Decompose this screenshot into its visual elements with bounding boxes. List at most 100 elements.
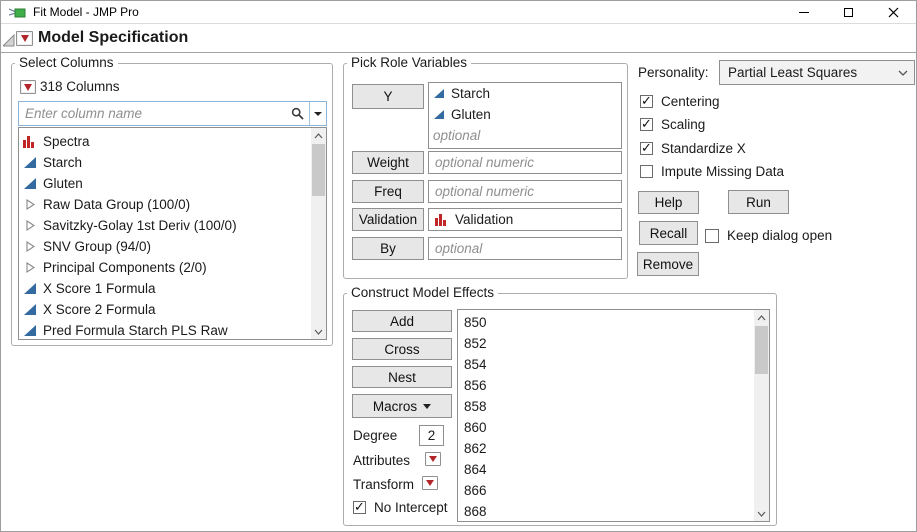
scrollbar-thumb[interactable]	[312, 144, 325, 196]
nominal-column-icon	[23, 135, 37, 148]
y-role-item[interactable]: Starch	[429, 83, 621, 104]
effect-item[interactable]: 854	[458, 354, 769, 375]
standardize-x-option[interactable]: Standardize X	[640, 141, 746, 156]
list-item[interactable]: Spectra	[19, 131, 326, 152]
scaling-checkbox[interactable]	[640, 118, 653, 131]
continuous-column-icon	[433, 88, 445, 99]
red-triangle-icon	[24, 84, 32, 91]
impute-missing-data-checkbox[interactable]	[640, 165, 653, 178]
y-role-list[interactable]: Starch Gluten optional	[428, 82, 622, 149]
list-item[interactable]: Starch	[19, 152, 326, 173]
run-button[interactable]: Run	[728, 190, 789, 214]
construct-model-effects-group: Construct Model Effects Add Cross Nest M…	[343, 293, 777, 526]
scaling-option[interactable]: Scaling	[640, 117, 705, 132]
by-role-field[interactable]: optional	[428, 237, 622, 260]
continuous-column-icon	[433, 109, 445, 120]
red-triangle-icon	[21, 35, 29, 42]
personality-label: Personality:	[638, 65, 709, 80]
personality-select[interactable]: Partial Least Squares	[719, 60, 915, 85]
group-expand-icon	[23, 240, 37, 253]
list-item[interactable]: Pred Formula Starch PLS Raw	[19, 320, 326, 340]
scrollbar-thumb[interactable]	[755, 326, 768, 374]
effect-item[interactable]: 862	[458, 438, 769, 459]
freq-role-button[interactable]: Freq	[352, 180, 424, 203]
group-expand-icon	[23, 198, 37, 211]
columns-menu-button[interactable]	[20, 80, 36, 94]
freq-role-field[interactable]: optional numeric	[428, 180, 622, 203]
outline-disclosure-icon[interactable]	[3, 34, 15, 47]
columns-list-scrollbar[interactable]	[311, 128, 326, 339]
page-title: Model Specification	[38, 29, 188, 47]
add-button[interactable]: Add	[352, 310, 452, 332]
scroll-down-icon[interactable]	[311, 324, 326, 339]
pick-role-variables-label: Pick Role Variables	[347, 55, 471, 70]
nest-button[interactable]: Nest	[352, 366, 452, 388]
help-button[interactable]: Help	[638, 191, 699, 214]
macros-button[interactable]: Macros	[352, 394, 452, 418]
maximize-button[interactable]	[826, 1, 871, 24]
red-triangle-icon	[426, 480, 434, 486]
list-item[interactable]: Raw Data Group (100/0)	[19, 194, 326, 215]
list-item[interactable]: Principal Components (2/0)	[19, 257, 326, 278]
pick-role-variables-group: Pick Role Variables Y Starch Gluten opti…	[343, 63, 628, 279]
standardize-x-checkbox[interactable]	[640, 142, 653, 155]
search-options-dropdown[interactable]	[309, 102, 326, 125]
centering-checkbox[interactable]	[640, 95, 653, 108]
scroll-up-icon[interactable]	[311, 128, 326, 143]
effect-item[interactable]: 858	[458, 396, 769, 417]
cross-button[interactable]: Cross	[352, 338, 452, 360]
centering-option[interactable]: Centering	[640, 94, 720, 109]
weight-role-button[interactable]: Weight	[352, 151, 424, 174]
recall-button[interactable]: Recall	[639, 221, 698, 245]
keep-dialog-open-option[interactable]: Keep dialog open	[705, 228, 832, 243]
jmp-app-icon	[9, 6, 26, 19]
column-search-input[interactable]	[19, 102, 285, 125]
group-expand-icon	[23, 219, 37, 232]
effects-list-scrollbar[interactable]	[754, 310, 769, 521]
attributes-menu-button[interactable]	[425, 452, 441, 466]
chevron-down-icon	[898, 70, 908, 77]
list-item[interactable]: X Score 2 Formula	[19, 299, 326, 320]
effect-item[interactable]: 868	[458, 501, 769, 522]
minimize-icon	[799, 12, 809, 13]
degree-input[interactable]: 2	[419, 425, 444, 446]
list-item[interactable]: Savitzky-Golay 1st Deriv (100/0)	[19, 215, 326, 236]
transform-menu-button[interactable]	[422, 476, 438, 490]
model-specification-header: Model Specification	[1, 25, 916, 53]
nominal-column-icon	[435, 213, 449, 226]
scroll-down-icon[interactable]	[754, 506, 769, 521]
effect-item[interactable]: 856	[458, 375, 769, 396]
chevron-down-icon	[423, 404, 431, 409]
minimize-button[interactable]	[781, 1, 826, 24]
effect-item[interactable]: 850	[458, 312, 769, 333]
list-item[interactable]: Gluten	[19, 173, 326, 194]
validation-role-button[interactable]: Validation	[352, 208, 424, 231]
y-role-item[interactable]: Gluten	[429, 104, 621, 125]
validation-role-field[interactable]: Validation	[428, 208, 622, 231]
scroll-up-icon[interactable]	[754, 310, 769, 325]
attributes-label: Attributes	[353, 453, 410, 468]
y-role-optional: optional	[429, 125, 621, 146]
search-icon[interactable]	[285, 102, 309, 125]
y-role-button[interactable]: Y	[352, 84, 424, 109]
impute-missing-data-option[interactable]: Impute Missing Data	[640, 164, 784, 179]
weight-role-field[interactable]: optional numeric	[428, 151, 622, 174]
continuous-column-icon	[23, 177, 37, 190]
by-role-button[interactable]: By	[352, 237, 424, 260]
red-triangle-menu-button[interactable]	[16, 31, 33, 46]
keep-dialog-open-checkbox[interactable]	[705, 229, 719, 243]
list-item[interactable]: X Score 1 Formula	[19, 278, 326, 299]
no-intercept-checkbox[interactable]	[353, 501, 366, 514]
red-triangle-icon	[429, 456, 437, 462]
effect-item[interactable]: 866	[458, 480, 769, 501]
list-item[interactable]: SNV Group (94/0)	[19, 236, 326, 257]
remove-button[interactable]: Remove	[637, 252, 699, 276]
no-intercept-option[interactable]: No Intercept	[353, 500, 448, 515]
effect-item[interactable]: 860	[458, 417, 769, 438]
maximize-icon	[844, 8, 853, 17]
effect-item[interactable]: 852	[458, 333, 769, 354]
effect-item[interactable]: 864	[458, 459, 769, 480]
close-button[interactable]	[871, 1, 916, 24]
close-icon	[888, 7, 899, 18]
transform-label: Transform	[353, 477, 414, 492]
